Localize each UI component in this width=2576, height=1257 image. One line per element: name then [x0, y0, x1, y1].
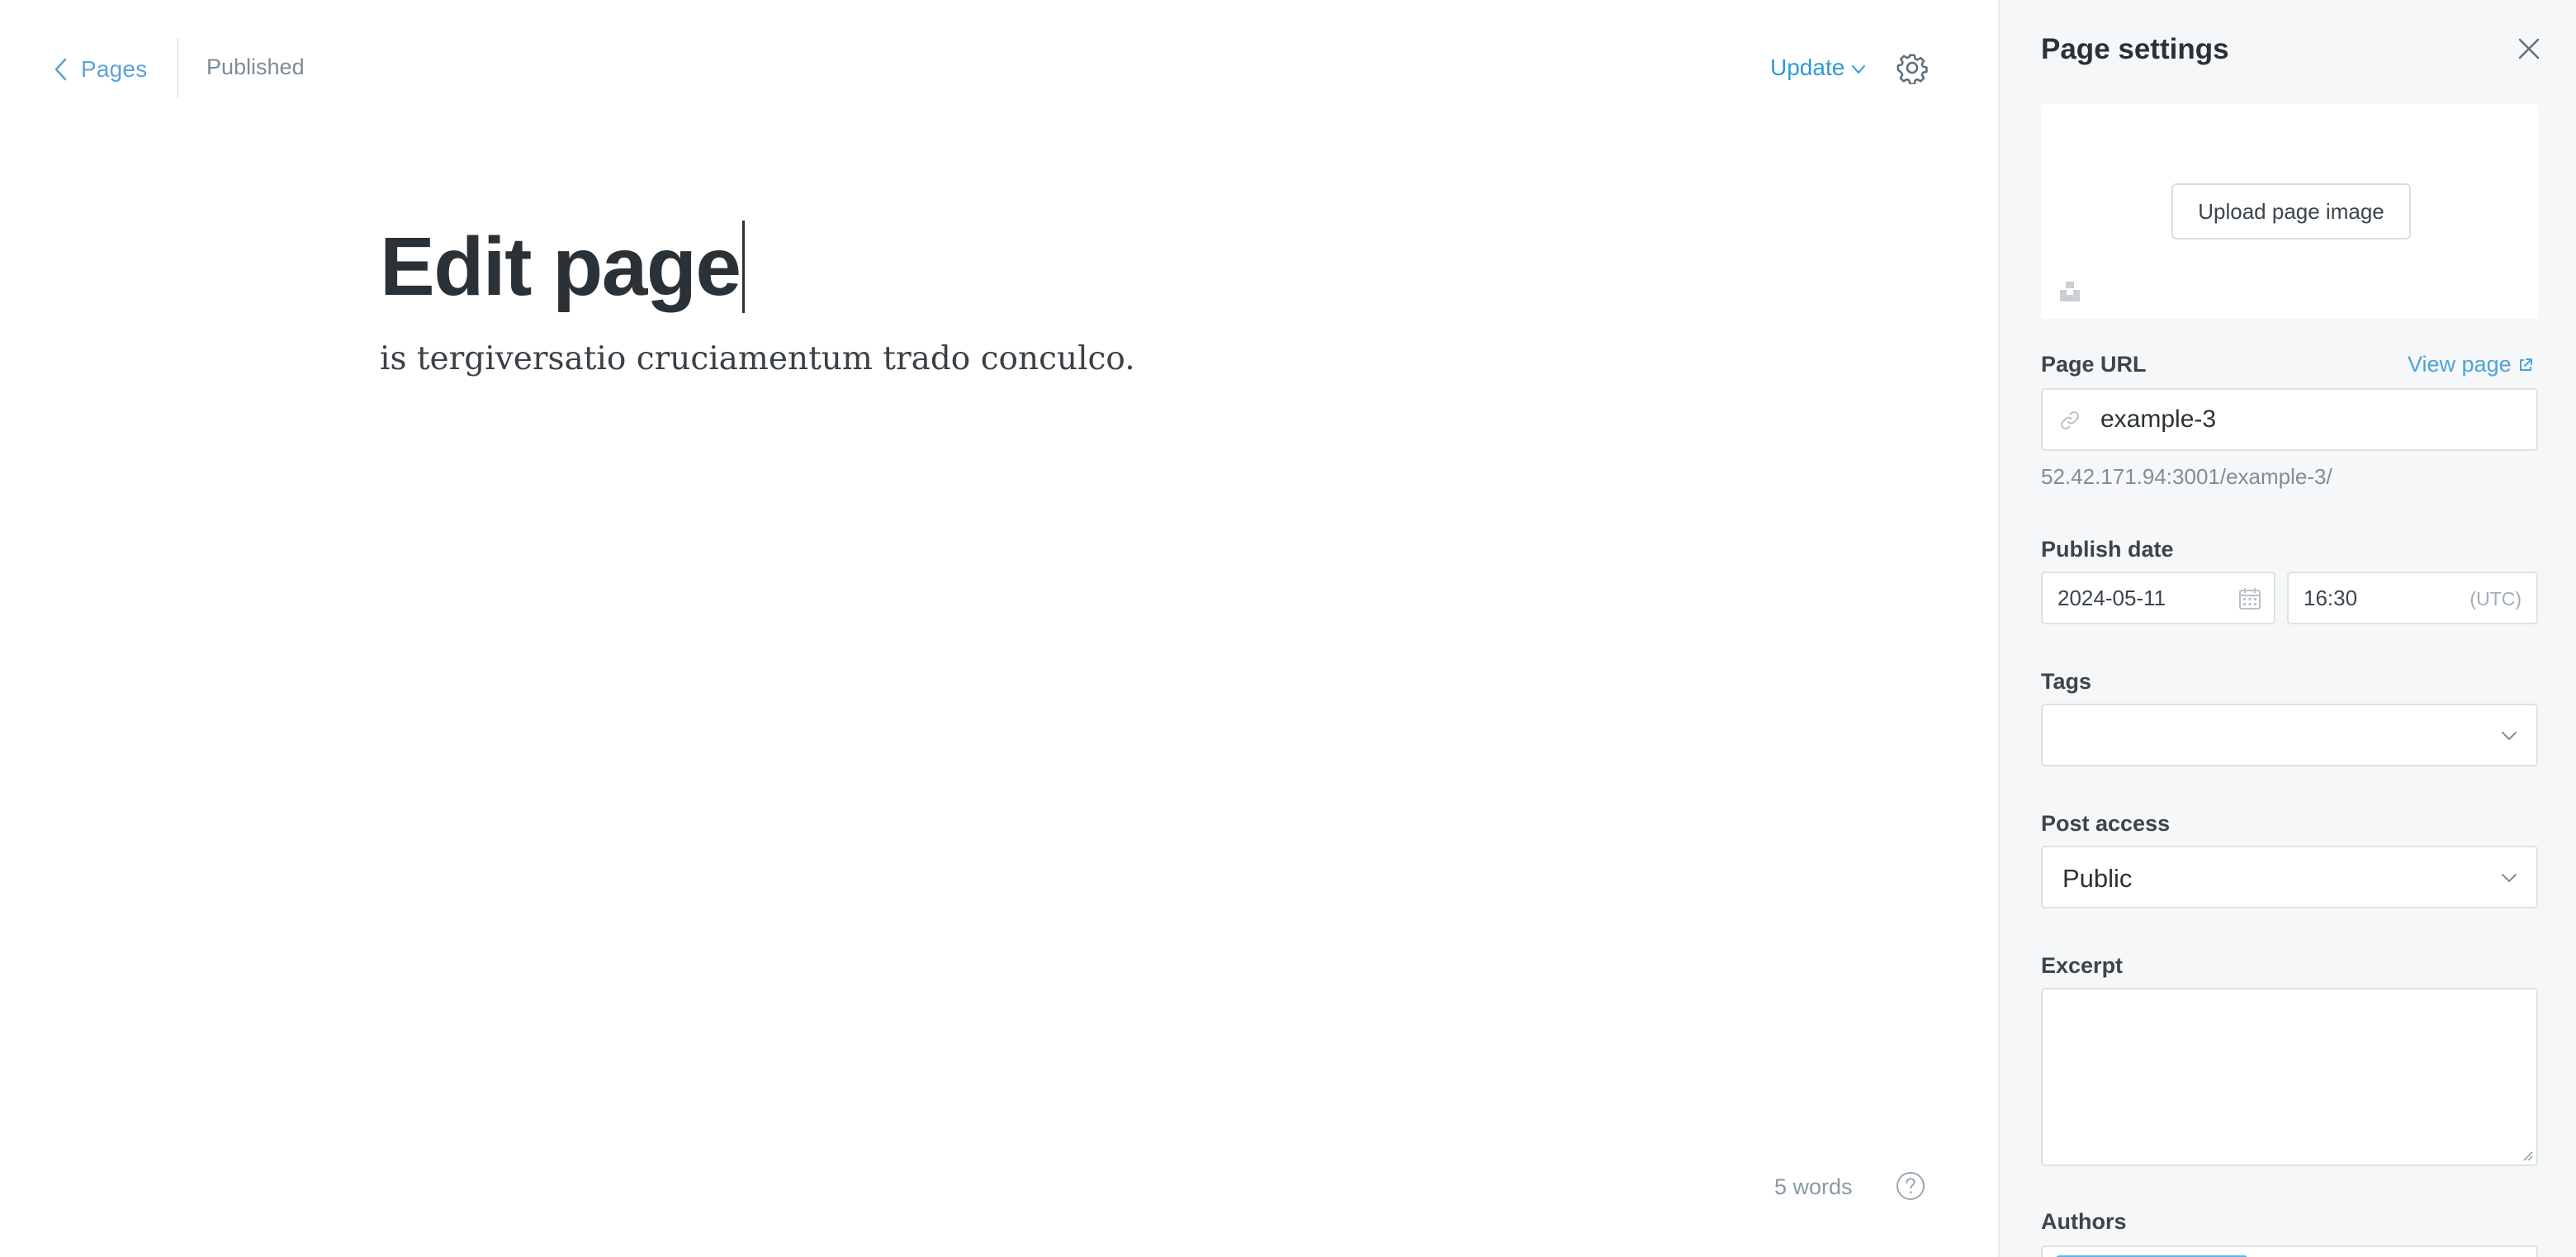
timezone-label: (UTC)	[2469, 588, 2522, 610]
upload-image-button[interactable]: Upload page image	[2171, 183, 2411, 240]
word-count: 5 words	[1774, 1174, 1853, 1199]
text-caret	[741, 221, 745, 313]
publish-date-field	[2041, 572, 2275, 624]
excerpt-textarea[interactable]	[2043, 989, 2536, 1165]
publish-time-input[interactable]	[2304, 573, 2452, 623]
gear-icon[interactable]	[1896, 51, 1929, 84]
external-link-icon	[2519, 358, 2532, 371]
view-page-link[interactable]: View page	[2408, 352, 2533, 377]
page-body[interactable]: is tergiversatio cruciamentum trado conc…	[380, 340, 1135, 377]
authors-label: Authors	[2041, 1209, 2127, 1234]
back-to-pages-link[interactable]: Pages	[53, 51, 147, 88]
tags-select[interactable]	[2041, 704, 2538, 766]
question-icon[interactable]	[1896, 1171, 1925, 1201]
page-url-preview: 52.42.171.94:3001/example-3/	[2041, 464, 2332, 489]
editor-topbar: Pages Published Update	[0, 0, 1998, 140]
publish-date-input[interactable]	[2057, 573, 2223, 623]
update-button-label: Update	[1770, 55, 1845, 80]
tags-label: Tags	[2041, 669, 2092, 694]
editor-area: Pages Published Update Edit page is terg…	[0, 0, 1998, 1257]
post-access-label: Post access	[2041, 811, 2171, 836]
page-url-label: Page URL	[2041, 352, 2147, 377]
authors-select[interactable]	[2041, 1245, 2538, 1257]
publish-status: Published	[206, 55, 305, 79]
page-title-text: Edit page	[380, 221, 741, 313]
post-access-value: Public	[2062, 864, 2133, 893]
chevron-down-icon	[2502, 732, 2517, 740]
close-icon[interactable]	[2517, 36, 2541, 61]
chevron-down-icon	[1852, 65, 1866, 74]
page-url-input[interactable]	[2100, 390, 2522, 449]
update-button[interactable]: Update	[1770, 55, 1866, 81]
panel-title: Page settings	[2041, 33, 2229, 65]
publish-date-label: Publish date	[2041, 537, 2174, 562]
resize-grip-icon[interactable]	[2520, 1148, 2533, 1161]
page-settings-panel: Page settings Upload page image Page URL…	[1998, 0, 2576, 1257]
chevron-down-icon	[2502, 874, 2517, 882]
chevron-left-icon	[54, 58, 67, 81]
calendar-icon[interactable]	[2237, 586, 2262, 611]
excerpt-field	[2041, 988, 2538, 1166]
page-title[interactable]: Edit page	[380, 213, 745, 320]
unsplash-icon[interactable]	[2057, 279, 2082, 304]
back-link-label: Pages	[81, 56, 148, 82]
feature-image-dropzone[interactable]: Upload page image	[2041, 104, 2538, 319]
link-icon	[2061, 411, 2079, 429]
divider	[177, 38, 178, 97]
publish-time-field: (UTC)	[2287, 572, 2538, 624]
view-page-label: View page	[2408, 352, 2512, 377]
excerpt-label: Excerpt	[2041, 953, 2124, 978]
page-url-field	[2041, 388, 2538, 451]
post-access-select[interactable]: Public	[2041, 846, 2538, 908]
